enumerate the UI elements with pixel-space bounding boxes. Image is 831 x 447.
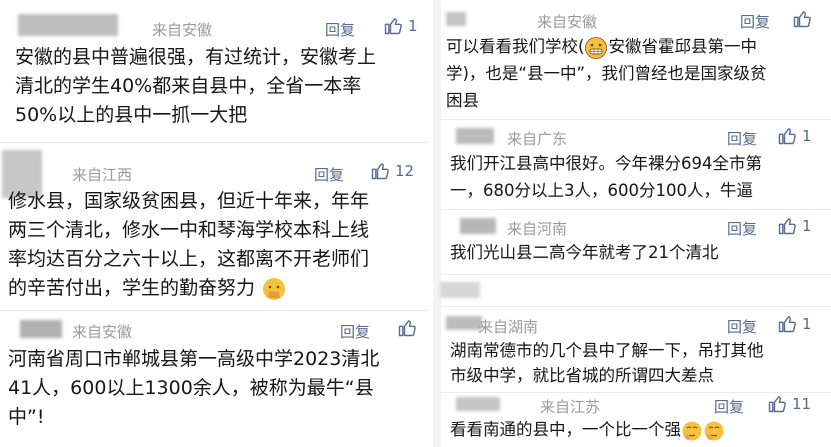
reply-button[interactable]: 回复 (714, 396, 744, 417)
comment-text-line: 看看南通的县中，一个比一个强 (450, 416, 725, 443)
comment-text: 可以看看我们学校( (446, 37, 585, 56)
divider (0, 142, 430, 143)
like-button[interactable]: 1 (777, 215, 812, 236)
like-button[interactable]: 1 (383, 15, 418, 36)
thumb-up-icon (777, 216, 797, 236)
comment-text-line: 市级中学，就比省城的所谓四大差点 (450, 366, 714, 385)
comment-location: 来自河南 (507, 220, 568, 238)
comment-text-line: 清北的学生40%都来自县中，全省一本率 (15, 75, 362, 97)
like-button[interactable]: 1 (777, 125, 812, 146)
thumb-up-icon (370, 161, 390, 181)
comment-text-line: 中”! (8, 406, 45, 428)
like-button[interactable]: 11 (767, 393, 811, 414)
avatar[interactable] (446, 316, 482, 330)
comment-text-line: 我们开江县高中很好。今年裸分694全市第 (450, 154, 762, 173)
reply-button[interactable]: 回复 (727, 128, 757, 149)
avatar[interactable] (456, 128, 494, 144)
like-count: 1 (802, 216, 812, 235)
like-button[interactable] (397, 317, 417, 338)
reply-button[interactable]: 回复 (325, 19, 355, 40)
thumb-up-icon (383, 16, 403, 36)
comment-text-line: 河南省周口市郸城县第一高级中学2023清北 (8, 348, 380, 370)
comment-location: 来自安徽 (152, 21, 213, 39)
thumb-up-icon (767, 394, 787, 414)
thumb-up-icon (397, 318, 417, 338)
divider (0, 310, 430, 311)
like-count: 1 (802, 314, 812, 333)
avatar[interactable] (460, 218, 496, 234)
divider (441, 274, 831, 275)
reply-button[interactable]: 回复 (740, 11, 770, 32)
like-count: 12 (395, 161, 415, 180)
like-button[interactable]: 12 (370, 160, 414, 181)
reply-button[interactable]: 回复 (727, 218, 757, 239)
thumb-up-icon (792, 9, 812, 29)
reply-button[interactable]: 回复 (314, 164, 344, 185)
comment-text-line: 可以看看我们学校( 安徽省霍邱县第一中 (446, 33, 757, 60)
comment-location: 来自安徽 (537, 13, 598, 31)
comment-text: 看看南通的县中，一个比一个强 (450, 420, 681, 439)
comment-text-line: 两三个清北，修水一中和琴海学校本科上线 (8, 219, 370, 241)
like-button[interactable] (792, 8, 812, 29)
comment-text: 的辛苦付出，学生的勤奋努力 (8, 277, 256, 299)
comment-text-line: 的辛苦付出，学生的勤奋努力 (8, 274, 287, 303)
comment-location: 来自江西 (72, 166, 133, 184)
avatar[interactable] (456, 397, 500, 411)
avatar[interactable] (20, 320, 62, 338)
comment-text: 安徽省霍邱县第一中 (608, 37, 757, 56)
comment-text-line: 一，680分以上3人，600分100人，牛逼 (450, 181, 753, 200)
like-count: 11 (792, 394, 812, 413)
thumb-up-icon (777, 126, 797, 146)
divider (441, 306, 831, 307)
comment-text-line: 50%以上的县中一抓一大把 (15, 104, 248, 126)
avatar[interactable] (18, 14, 118, 36)
column-divider (433, 0, 441, 447)
comment-location: 来自安徽 (72, 323, 133, 341)
divider (441, 209, 831, 210)
avatar (440, 282, 480, 298)
comment-text-line: 安徽的县中普遍很强，有过统计，安徽考上 (15, 46, 377, 68)
thinking-emoji-icon (682, 421, 702, 440)
comment-location: 来自湖南 (478, 318, 539, 336)
comment-text-line: 湖南常德市的几个县中了解一下，吊打其他 (450, 341, 764, 360)
comment-text-line: 41人，600以上1300余人，被称为最牛“县 (8, 377, 374, 399)
thinking-emoji-icon (704, 421, 724, 440)
reply-button[interactable]: 回复 (727, 316, 757, 337)
comment-location: 来自广东 (507, 130, 568, 148)
comment-text-line: 困县 (446, 91, 479, 110)
thumb-up-icon (777, 314, 797, 334)
comment-text-line: 修水县，国家级贫困县，但近十年来，年年 (8, 190, 370, 212)
divider (441, 119, 831, 120)
like-count: 1 (408, 16, 418, 35)
reply-button[interactable]: 回复 (340, 321, 370, 342)
comment-text-line: 我们光山县二高今年就考了21个清北 (450, 243, 719, 262)
comment-text-line: 率均达百分之六十以上，这都离不开老师们 (8, 248, 370, 270)
like-count: 1 (802, 126, 812, 145)
grin-emoji-icon (585, 36, 608, 59)
comment-location: 来自江苏 (540, 398, 601, 416)
comment-text-line: 学)，也是“县一中”，我们曾经也是国家级贫 (446, 64, 767, 83)
avatar[interactable] (446, 12, 466, 26)
like-button[interactable]: 1 (777, 313, 812, 334)
emoji-icon (263, 277, 286, 300)
